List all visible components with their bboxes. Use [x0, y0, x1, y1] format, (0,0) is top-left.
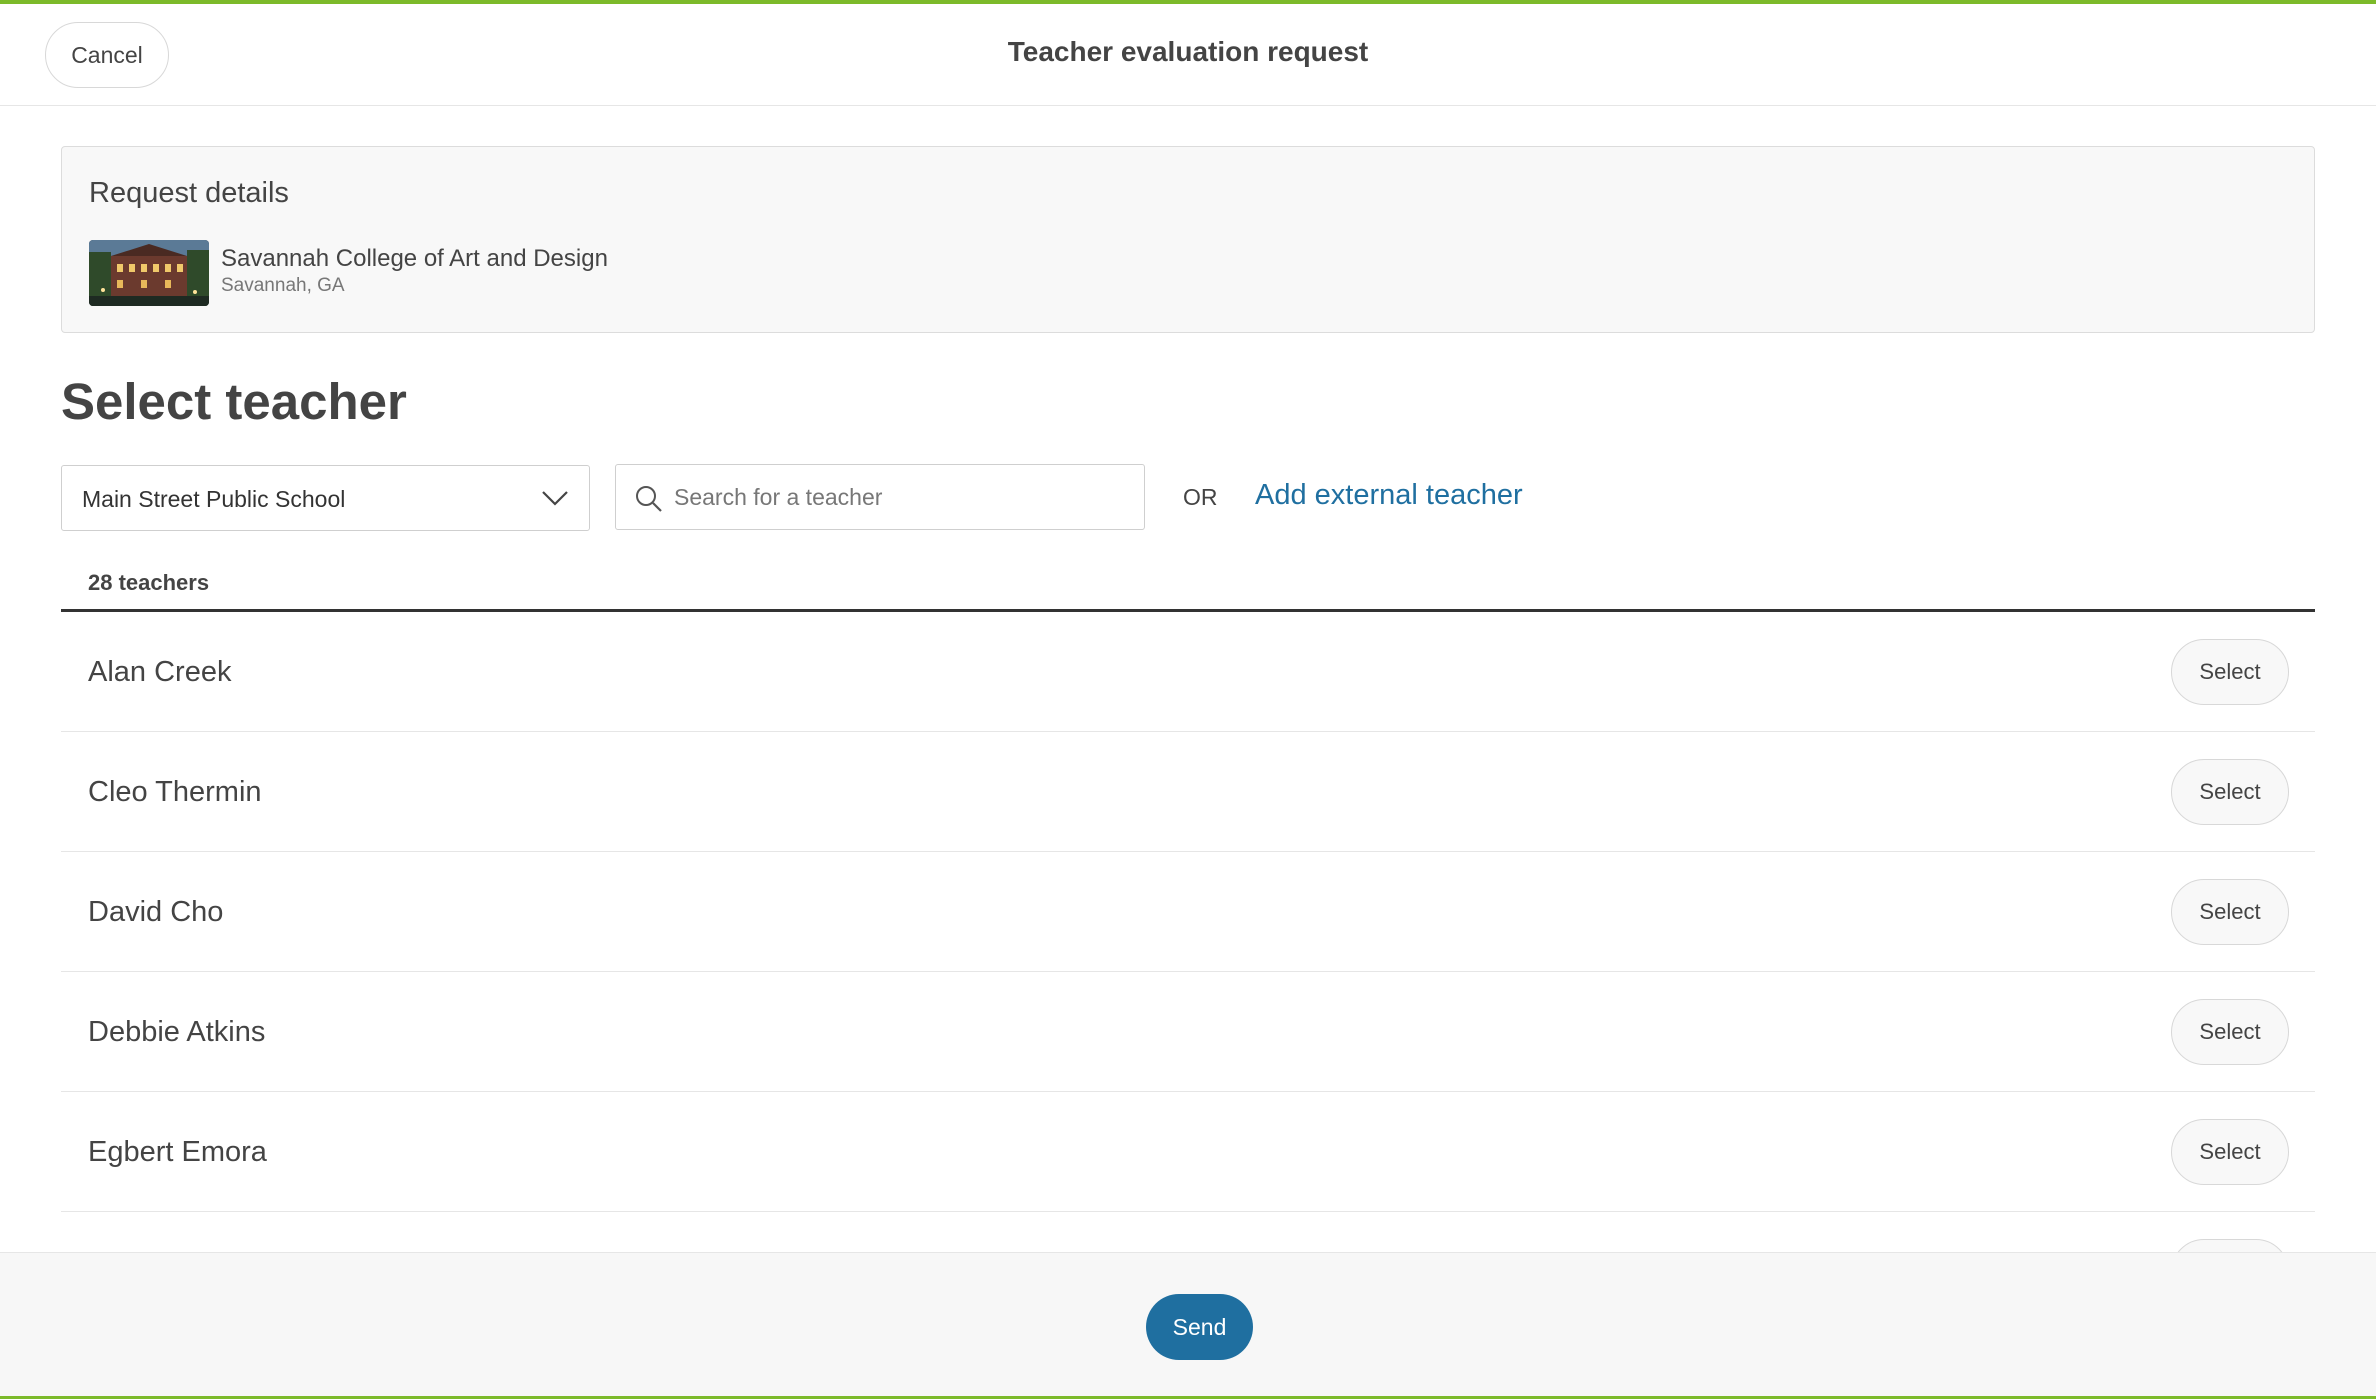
school-dropdown-value: Main Street Public School [82, 486, 346, 512]
header-bar: Cancel Teacher evaluation request [0, 4, 2376, 106]
teacher-row: Debbie Atkins Select [61, 972, 2315, 1092]
select-teacher-heading: Select teacher [61, 373, 407, 430]
teacher-row: Cleo Thermin Select [61, 732, 2315, 852]
teacher-row: Egbert Emora Select [61, 1092, 2315, 1212]
teacher-row: David Cho Select [61, 852, 2315, 972]
teacher-list[interactable]: Alan Creek Select Cleo Thermin Select Da… [61, 612, 2315, 1252]
teacher-row: Alan Creek Select [61, 612, 2315, 732]
footer-bar: Send [0, 1252, 2376, 1396]
search-icon [634, 484, 664, 514]
select-teacher-button[interactable]: Select [2171, 999, 2289, 1065]
school-location: Savannah, GA [221, 275, 345, 296]
school-thumbnail [89, 240, 209, 306]
school-name: Savannah College of Art and Design [221, 245, 608, 272]
or-separator: OR [1183, 484, 1218, 510]
teacher-name: Cleo Thermin [88, 776, 262, 808]
teacher-search-input[interactable] [674, 475, 1124, 519]
select-teacher-button[interactable]: Select [2171, 1119, 2289, 1185]
chevron-down-icon [541, 486, 569, 510]
select-teacher-button[interactable]: Select [2171, 879, 2289, 945]
send-button[interactable]: Send [1146, 1294, 1253, 1360]
teacher-name: Alan Creek [88, 656, 232, 688]
add-external-teacher-link[interactable]: Add external teacher [1255, 479, 1523, 512]
select-teacher-button[interactable]: Select [2171, 639, 2289, 705]
teacher-name: Egbert Emora [88, 1136, 267, 1168]
teacher-name: David Cho [88, 896, 224, 928]
teacher-search-field [615, 464, 1145, 530]
teacher-count: 28 teachers [88, 570, 210, 595]
teacher-row [61, 1212, 2315, 1252]
school-dropdown[interactable]: Main Street Public School [61, 465, 590, 531]
school-building-image [89, 240, 209, 306]
teacher-name: Debbie Atkins [88, 1016, 266, 1048]
request-details-panel: Request details Savannah College of Art … [61, 146, 2315, 333]
request-details-title: Request details [89, 177, 289, 209]
select-teacher-button[interactable]: Select [2171, 759, 2289, 825]
select-teacher-button[interactable] [2171, 1239, 2289, 1252]
page-title: Teacher evaluation request [1007, 36, 1369, 67]
